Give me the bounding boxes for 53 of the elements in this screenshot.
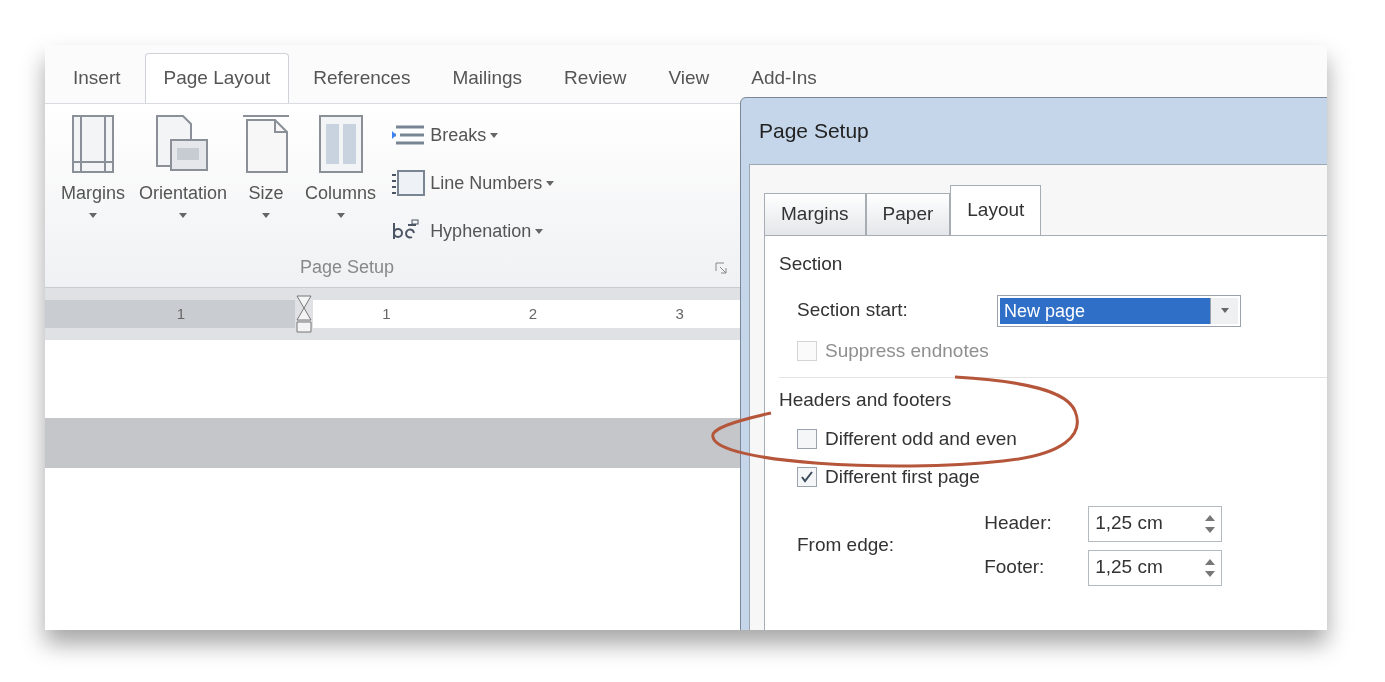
columns-icon (317, 114, 364, 174)
checkbox[interactable] (797, 467, 817, 488)
checkbox-label: Suppress endnotes (825, 338, 989, 363)
caret-icon (336, 213, 345, 218)
dialog-launcher-icon[interactable] (715, 261, 727, 274)
caret-icon (262, 213, 271, 218)
ribbon-tab[interactable]: View (650, 53, 728, 103)
ribbon-tab[interactable]: Page Layout (144, 53, 290, 103)
field-label: Header: (984, 511, 1053, 536)
spin-field[interactable]: 1,25 cm (1088, 505, 1223, 542)
ribbon-small-button[interactable]: Breaks (390, 114, 555, 156)
dialog-tab[interactable]: Margins (764, 193, 866, 235)
page-icon (241, 114, 292, 174)
page-break-icon (390, 124, 427, 146)
ribbon-large-button[interactable]: Orientation (135, 114, 232, 218)
caret-icon (89, 213, 97, 218)
dialog-title: Page Setup (759, 118, 869, 145)
checkbox-label: Different first page (825, 465, 980, 489)
check-icon (801, 471, 813, 484)
dropdown-arrow-icon (1220, 308, 1229, 313)
caret-icon (535, 228, 544, 234)
ribbon-tab[interactable]: Review (546, 53, 645, 103)
ruler-number: 1 (382, 303, 391, 324)
checkbox-label: Different odd and even (825, 426, 1017, 451)
caret-icon (490, 132, 499, 138)
ruler-number: 1 (176, 303, 185, 324)
ribbon-tab[interactable]: Add-Ins (733, 53, 835, 103)
ruler-number: 3 (675, 303, 684, 324)
ribbon-tab[interactable]: Insert (55, 53, 139, 103)
field-label: From edge: (797, 533, 895, 558)
group-heading: Headers and footers (779, 389, 952, 410)
ribbon-small-button[interactable]: Hyphenation (390, 210, 555, 252)
ribbon-small-button[interactable]: Line Numbers (390, 162, 555, 204)
ribbon-large-button[interactable]: Margins (57, 114, 130, 218)
checkbox[interactable] (797, 428, 817, 449)
ribbon-tab[interactable]: References (295, 53, 429, 103)
group-label: Page Setup (300, 256, 395, 279)
field-label: Section start: (797, 298, 909, 323)
group-heading: Section (779, 252, 844, 276)
ruler-number: 2 (528, 303, 538, 324)
field-label: Footer: (984, 555, 1046, 580)
spin-field[interactable]: 1,25 cm (1088, 549, 1223, 586)
page-margins-icon (71, 114, 115, 174)
ribbon-large-button[interactable]: Columns (301, 114, 381, 218)
dialog-tab[interactable]: Paper (865, 193, 951, 235)
section-start-dropdown[interactable]: New page (997, 294, 1241, 327)
numbered-page-icon (390, 169, 427, 197)
caret-icon (546, 180, 555, 186)
caret-icon (179, 213, 188, 218)
indent-marker-icon[interactable] (295, 294, 313, 334)
dialog-tab[interactable]: Layout (950, 185, 1042, 235)
ribbon-tab[interactable]: Mailings (434, 53, 541, 103)
ribbon-large-button[interactable]: Size (237, 114, 296, 218)
